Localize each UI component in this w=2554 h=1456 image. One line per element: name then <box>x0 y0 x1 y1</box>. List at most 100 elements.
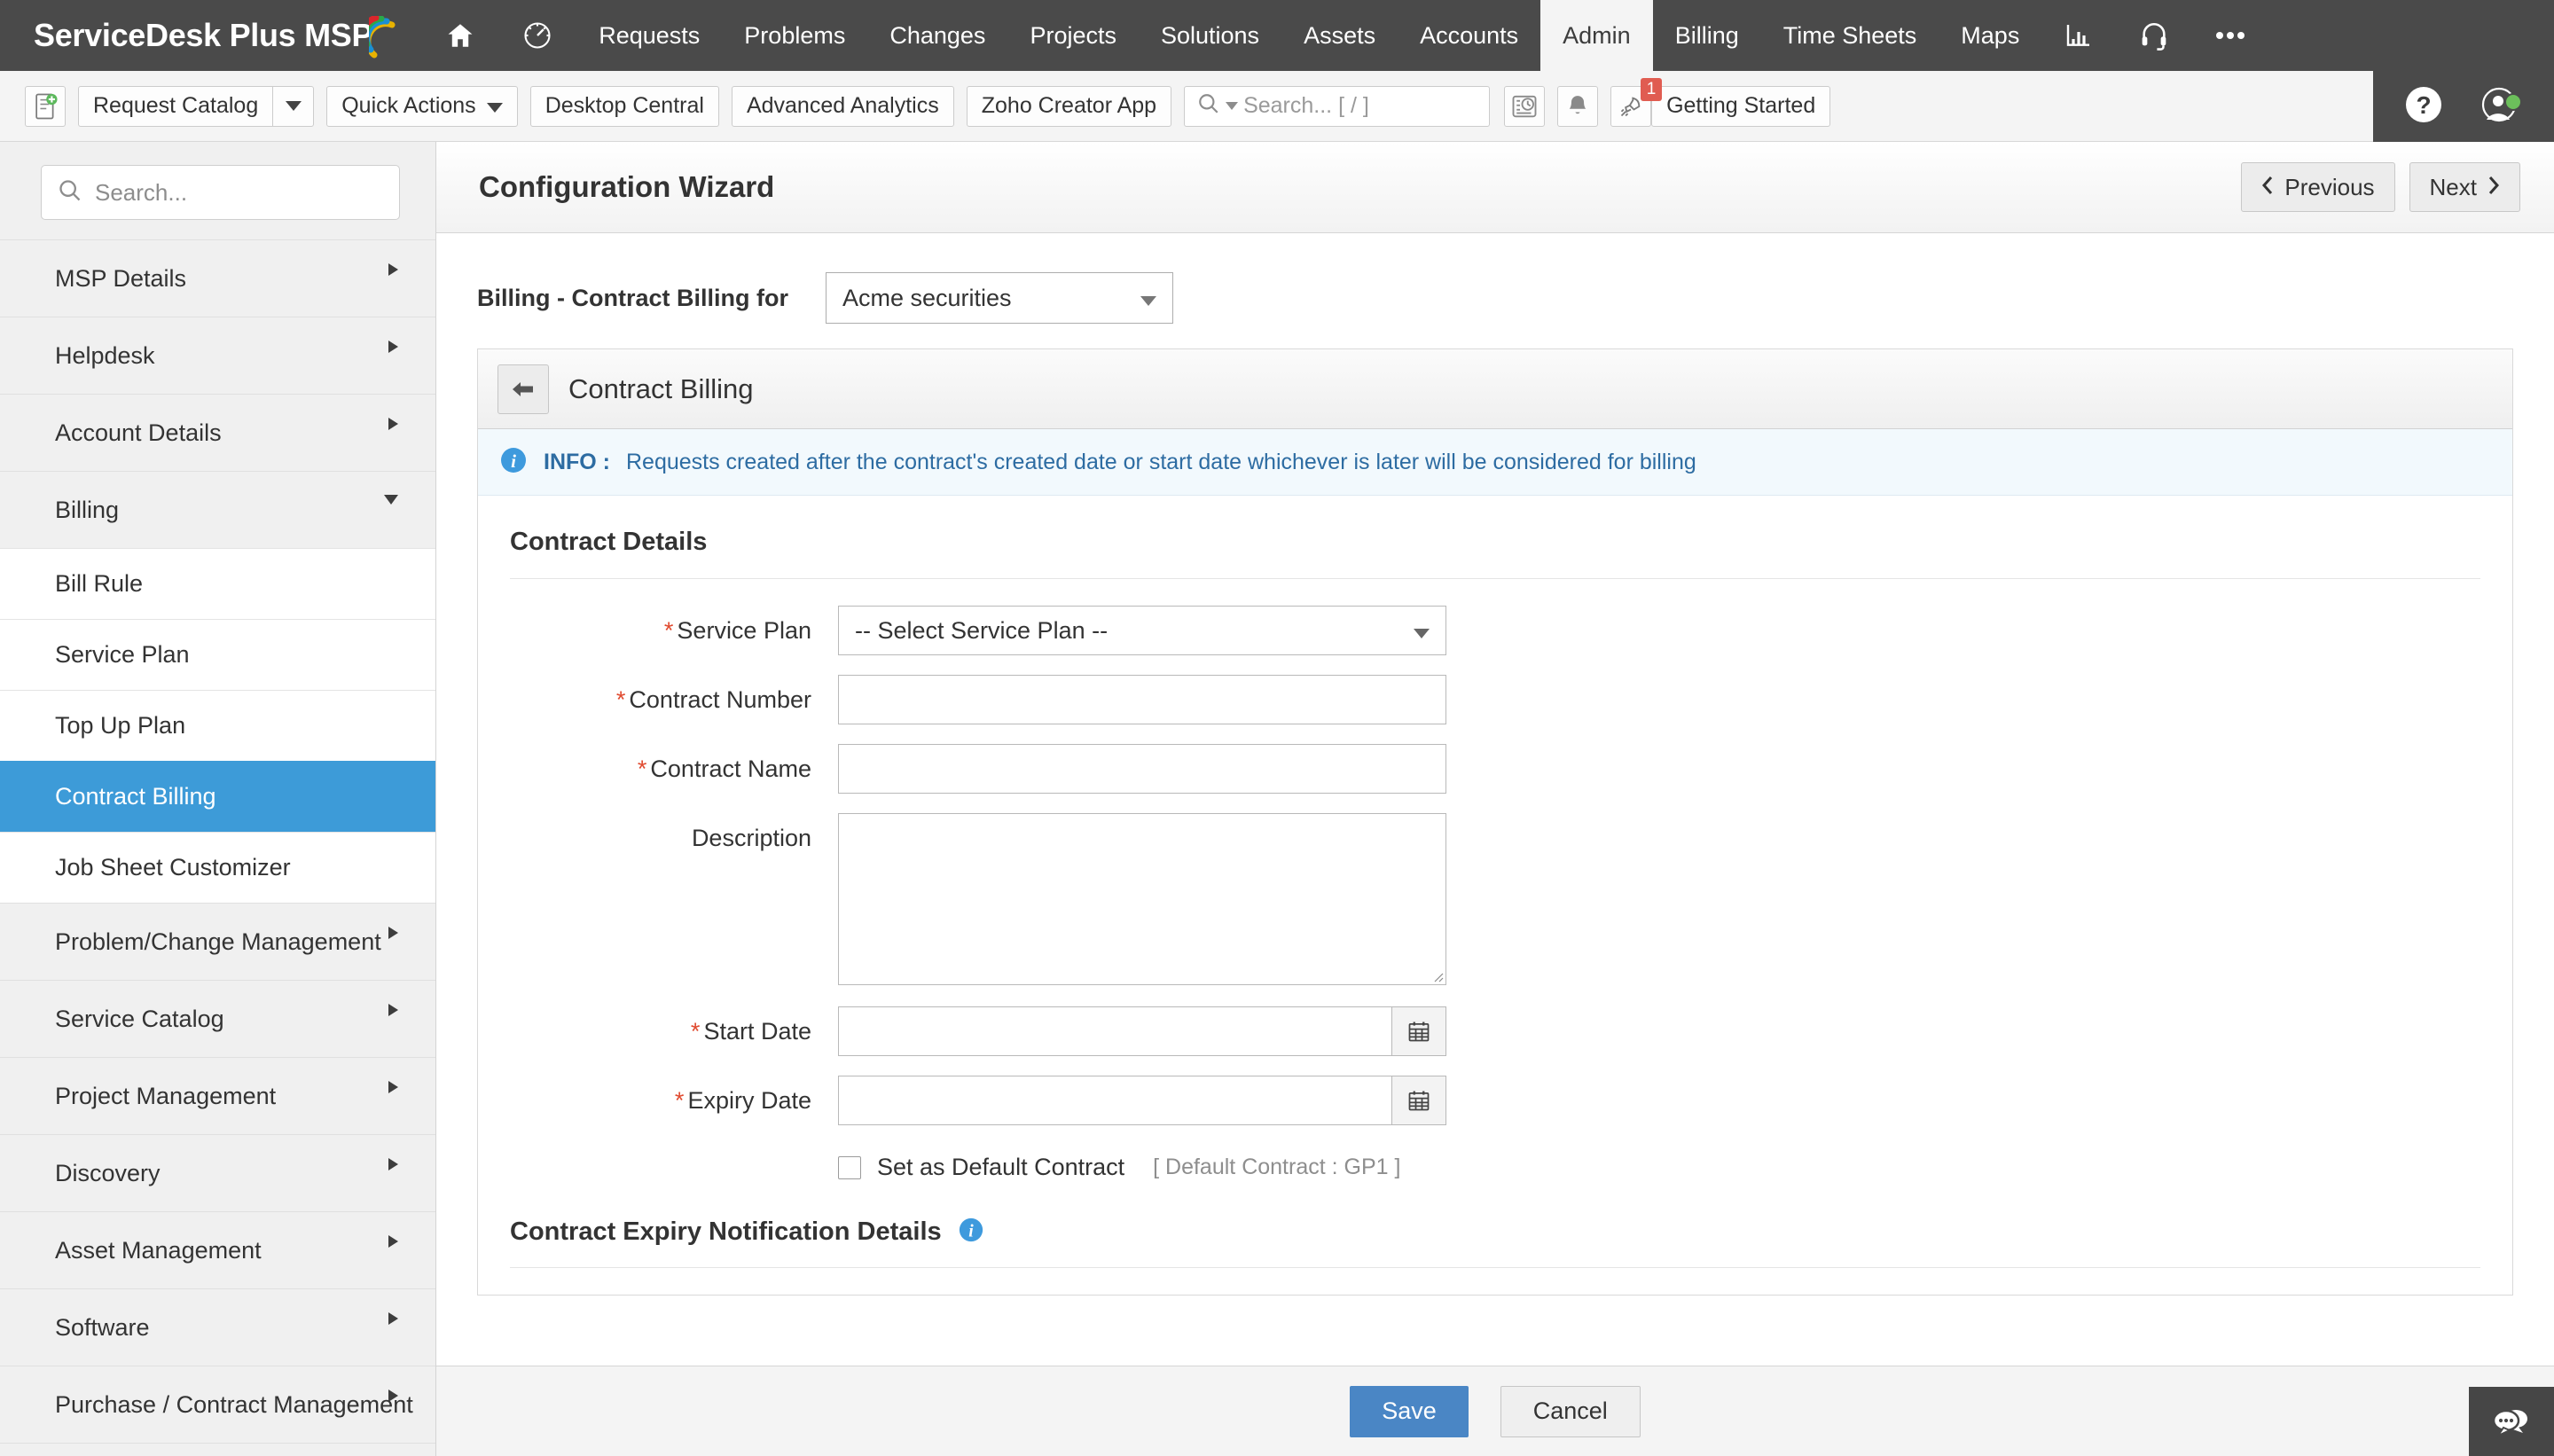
field-row-contract-name: * Contract Name <box>510 744 2480 794</box>
nav-item-accounts[interactable]: Accounts <box>1398 0 1540 71</box>
sidebar-subitem-label: Top Up Plan <box>55 712 186 739</box>
back-arrow-icon[interactable] <box>497 364 549 414</box>
sidebar-item-contract-billing[interactable]: Contract Billing <box>0 761 435 832</box>
help-question-icon[interactable]: ? <box>2403 84 2444 129</box>
default-contract-row: Set as Default Contract [ Default Contra… <box>838 1154 2480 1181</box>
desktop-central-button[interactable]: Desktop Central <box>529 85 719 127</box>
chevron-right-icon <box>388 1312 398 1325</box>
field-label-expiry-date: * Expiry Date <box>510 1076 838 1125</box>
content-area: Billing - Contract Billing for Acme secu… <box>436 233 2554 1456</box>
previous-button[interactable]: Previous <box>2241 162 2395 212</box>
sidebar-item-helpdesk[interactable]: Helpdesk <box>0 317 435 394</box>
set-default-contract-checkbox[interactable] <box>838 1155 861 1179</box>
home-icon[interactable] <box>422 0 498 71</box>
field-row-description: Description <box>510 813 2480 985</box>
more-options-icon[interactable] <box>2192 0 2268 71</box>
sidebar-item-service-catalog[interactable]: Service Catalog <box>0 980 435 1057</box>
cancel-button[interactable]: Cancel <box>1500 1385 1641 1437</box>
chat-bubbles-icon[interactable] <box>2469 1387 2554 1456</box>
contract-number-input[interactable] <box>838 675 1446 724</box>
dashboard-gauge-icon[interactable] <box>498 0 576 71</box>
chevron-right-icon <box>388 1004 398 1016</box>
panel-title: Contract Billing <box>568 372 754 404</box>
sidebar-item-label: Account Details <box>55 419 222 446</box>
sidebar-item-label: Project Management <box>55 1082 277 1109</box>
chevron-right-icon <box>388 341 398 353</box>
start-date-input[interactable] <box>838 1006 1391 1056</box>
user-avatar-icon[interactable] <box>2480 84 2524 129</box>
request-catalog-label: Request Catalog <box>78 85 274 127</box>
resize-grip-icon[interactable] <box>1430 968 1444 982</box>
sidebar-item-job-sheet-customizer[interactable]: Job Sheet Customizer <box>0 832 435 903</box>
advanced-analytics-button[interactable]: Advanced Analytics <box>731 85 954 127</box>
chevron-down-icon <box>1140 285 1156 312</box>
field-row-expiry-date: * Expiry Date <box>510 1076 2480 1125</box>
service-plan-select[interactable]: -- Select Service Plan -- <box>838 606 1446 655</box>
sidebar-search-input[interactable]: Search... <box>41 165 400 220</box>
description-textarea[interactable] <box>838 813 1446 985</box>
set-default-contract-label: Set as Default Contract <box>877 1154 1125 1180</box>
sidebar-item-software[interactable]: Software <box>0 1288 435 1366</box>
label-text: Service Plan <box>677 617 811 644</box>
nav-item-problems[interactable]: Problems <box>722 0 867 71</box>
nav-item-maps[interactable]: Maps <box>1939 0 2041 71</box>
search-scope-chevron-icon[interactable] <box>1226 98 1239 114</box>
sidebar-item-asset-management[interactable]: Asset Management <box>0 1211 435 1288</box>
expiry-date-input[interactable] <box>838 1076 1391 1125</box>
getting-started-button[interactable]: Getting Started <box>1651 85 1831 127</box>
secondary-toolbar: Request Catalog Quick Actions Desktop Ce… <box>0 71 2554 142</box>
field-label-contract-number: * Contract Number <box>510 675 838 724</box>
sidebar-item-project-management[interactable]: Project Management <box>0 1057 435 1134</box>
sidebar-item-top-up-plan[interactable]: Top Up Plan <box>0 690 435 761</box>
save-button[interactable]: Save <box>1350 1385 1469 1437</box>
sidebar-item-purchase-contract-management[interactable]: Purchase / Contract Management <box>0 1366 435 1443</box>
calendar-icon[interactable] <box>1391 1076 1446 1125</box>
nav-item-time-sheets[interactable]: Time Sheets <box>1761 0 1939 71</box>
account-select[interactable]: Acme securities <box>825 272 1173 324</box>
label-text: Description <box>691 825 811 851</box>
section-title-contract-details: Contract Details <box>510 528 708 556</box>
info-circle-icon[interactable]: i <box>958 1217 984 1248</box>
chevron-right-icon <box>388 263 398 276</box>
expiry-date-field <box>838 1076 1446 1125</box>
bell-notification-icon[interactable] <box>1557 85 1599 127</box>
nav-item-solutions[interactable]: Solutions <box>1139 0 1281 71</box>
sidebar-item-account-details[interactable]: Account Details <box>0 394 435 471</box>
sidebar-item-label: MSP Details <box>55 264 187 292</box>
request-catalog-dropdown[interactable]: Request Catalog <box>78 85 315 127</box>
nav-item-assets[interactable]: Assets <box>1281 0 1398 71</box>
sidebar-item-discovery[interactable]: Discovery <box>0 1134 435 1211</box>
svg-text:i: i <box>511 450 516 472</box>
nav-item-admin[interactable]: Admin <box>1540 0 1653 71</box>
sidebar-item-user-survey[interactable]: User Survey <box>0 1443 435 1456</box>
bar-chart-icon[interactable] <box>2041 0 2116 71</box>
next-button[interactable]: Next <box>2409 162 2520 212</box>
contract-name-input[interactable] <box>838 744 1446 794</box>
sidebar-item-label: Helpdesk <box>55 341 155 369</box>
nav-item-projects[interactable]: Projects <box>1007 0 1139 71</box>
search-icon <box>1197 92 1220 120</box>
sidebar-item-billing[interactable]: Billing <box>0 471 435 548</box>
nav-item-changes[interactable]: Changes <box>867 0 1007 71</box>
recent-items-clock-icon[interactable] <box>1504 85 1546 127</box>
page-header: Configuration Wizard Previous Next <box>436 142 2554 233</box>
zoho-creator-app-button[interactable]: Zoho Creator App <box>966 85 1172 127</box>
svg-text:?: ? <box>2416 91 2431 119</box>
chevron-down-icon[interactable] <box>273 85 315 127</box>
sidebar-item-problem-change-management[interactable]: Problem/Change Management <box>0 903 435 980</box>
field-label-service-plan: * Service Plan <box>510 606 838 655</box>
sidebar-item-msp-details[interactable]: MSP Details <box>0 239 435 317</box>
sidebar-item-service-plan[interactable]: Service Plan <box>0 619 435 690</box>
headset-support-icon[interactable] <box>2116 0 2192 71</box>
global-search-input[interactable]: Search... [ / ] <box>1184 85 1491 127</box>
section2-divider <box>510 1267 2480 1268</box>
field-label-contract-name: * Contract Name <box>510 744 838 794</box>
nav-item-requests[interactable]: Requests <box>576 0 722 71</box>
sidebar-item-bill-rule[interactable]: Bill Rule <box>0 548 435 619</box>
calendar-icon[interactable] <box>1391 1006 1446 1056</box>
new-request-icon[interactable] <box>25 85 66 127</box>
app-logo[interactable]: ServiceDesk Plus MSP <box>0 0 422 71</box>
nav-item-billing[interactable]: Billing <box>1653 0 1761 71</box>
brand-text: ServiceDesk Plus MSP <box>34 17 373 53</box>
quick-actions-dropdown[interactable]: Quick Actions <box>326 85 518 127</box>
